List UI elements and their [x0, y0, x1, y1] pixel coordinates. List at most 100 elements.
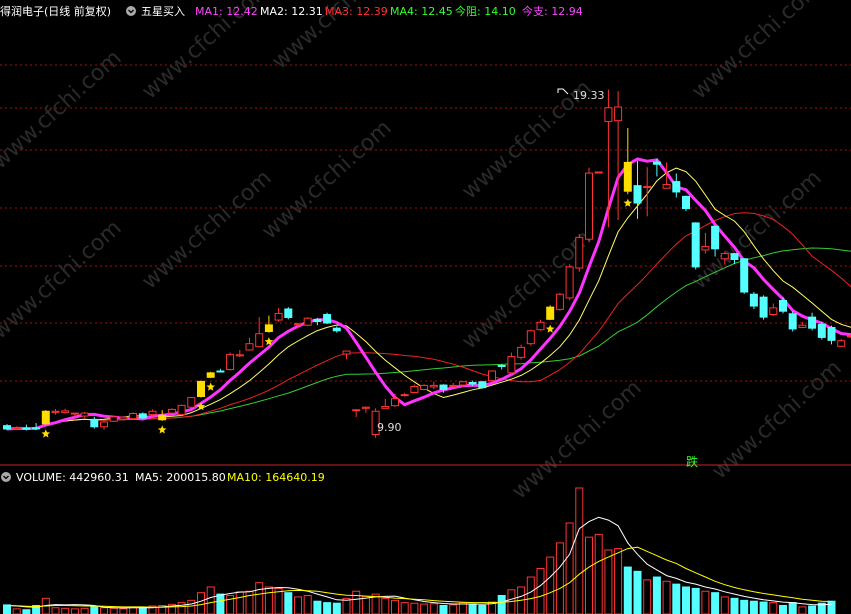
volume-bar: [119, 608, 128, 614]
star-icon: [41, 429, 51, 438]
candle-body: [255, 333, 264, 348]
candle-body: [80, 412, 89, 417]
volume-bar: [3, 604, 11, 614]
indicator-name[interactable]: 五星买入: [141, 5, 185, 18]
candle-body: [594, 171, 603, 174]
candle-body: [759, 296, 768, 318]
five-star-signals: [41, 198, 633, 438]
candle-body: [730, 253, 739, 261]
candle-body: [109, 416, 118, 422]
candle-body: [662, 184, 671, 189]
volume-bar: [235, 591, 244, 614]
volume-bar: [284, 592, 293, 614]
candle-body: [652, 161, 661, 165]
candle-body: [313, 318, 322, 323]
volume-bar: [594, 533, 603, 614]
volume-bar: [70, 608, 79, 614]
fall-label: 跌: [686, 454, 698, 469]
candle-body: [264, 324, 273, 333]
candle-body: [22, 427, 31, 430]
candle-body: [643, 185, 652, 189]
candle-body: [546, 306, 555, 320]
volume-bar: [633, 570, 642, 614]
volume-bar: [526, 576, 535, 614]
volume-bar: [575, 487, 584, 614]
candle-body: [526, 330, 535, 345]
candle-body: [32, 427, 41, 430]
candle-body: [216, 370, 225, 373]
watermark-text: www.cfchi.com: [257, 116, 396, 245]
volume-bar: [12, 608, 21, 614]
candle-body: [342, 350, 351, 355]
volume-bar: [109, 607, 118, 614]
star-icon: [545, 324, 555, 333]
candle-body: [177, 404, 186, 416]
candle-body: [817, 323, 826, 338]
ma-legend-item: MA3: 12.39: [325, 5, 388, 18]
volume-bar: [449, 604, 458, 614]
candle-body: [429, 384, 438, 388]
candle-body: [100, 421, 108, 428]
volume-indicator-icon[interactable]: [1, 472, 11, 482]
candle-body: [294, 323, 302, 326]
volume-legend: VOLUME: 442960.31 MA5: 200015.80 MA10: 164…: [16, 471, 325, 484]
watermark-text: www.cfchi.com: [0, 46, 127, 175]
star-icon: [623, 198, 633, 207]
volume-bar: [643, 579, 652, 614]
price-header: 得润电子(日线 前复权) 五星买入 MA1: 12.42 MA2: 12.31 MA…: [0, 4, 583, 18]
volume-bar: [604, 549, 613, 614]
volume-bar: [555, 542, 564, 614]
candle-body: [206, 372, 215, 378]
candle-body: [691, 222, 700, 268]
candle-body: [779, 299, 787, 312]
candle-body: [61, 410, 70, 413]
volume-bar: [614, 548, 623, 614]
ma-legend-item: 今阻: 14.10: [455, 4, 516, 18]
volume-bar: [662, 580, 671, 614]
candle-body: [846, 335, 851, 338]
volume-bar: [197, 592, 205, 614]
volume-bar: [788, 602, 797, 614]
volume-bar: [177, 602, 186, 614]
volume-bar: [585, 536, 593, 614]
candle-body: [138, 413, 147, 419]
volume-bar: [216, 593, 225, 614]
volume-bar: [206, 586, 215, 614]
ma-legend-item: 今支: 12.94: [522, 4, 583, 18]
volume-panel: [3, 487, 836, 614]
volume-bar: [90, 606, 99, 614]
watermark-text: www.cfchi.com: [507, 376, 646, 505]
volume-bar: [313, 600, 322, 614]
volume-bar: [691, 587, 700, 614]
candle-body: [488, 370, 496, 382]
candle-body: [352, 409, 361, 412]
stock-chart: www.cfchi.comwww.cfchi.comwww.cfchi.comw…: [0, 0, 851, 614]
candle-body: [400, 394, 409, 397]
volume-bar: [429, 603, 438, 614]
candle-body: [187, 397, 196, 408]
candle-body: [284, 308, 293, 318]
ma2-line: [6, 167, 851, 430]
candle-body: [129, 412, 138, 420]
volume-bar: [808, 605, 817, 614]
low-annotation: 9.90: [377, 421, 402, 434]
volume-bar: [720, 596, 729, 614]
candle-body: [439, 384, 448, 390]
candle-body: [420, 384, 429, 390]
volume-bar: [536, 567, 545, 614]
volume-bar: [303, 595, 312, 614]
candle-body: [51, 410, 60, 413]
candle-body: [682, 195, 690, 210]
stock-title[interactable]: 得润电子(日线 前复权): [0, 4, 111, 18]
volume-bar: [391, 599, 399, 614]
indicator-dropdown-icon[interactable]: [126, 6, 136, 16]
candle-body: [303, 317, 312, 326]
candle-body: [720, 253, 729, 260]
volume-bar: [80, 607, 89, 614]
volume-bar: [22, 609, 31, 614]
candle-body: [90, 418, 99, 428]
candle-body: [167, 408, 176, 414]
candle-body: [323, 314, 332, 324]
star-icon: [206, 382, 215, 391]
volume-bar: [129, 607, 138, 614]
